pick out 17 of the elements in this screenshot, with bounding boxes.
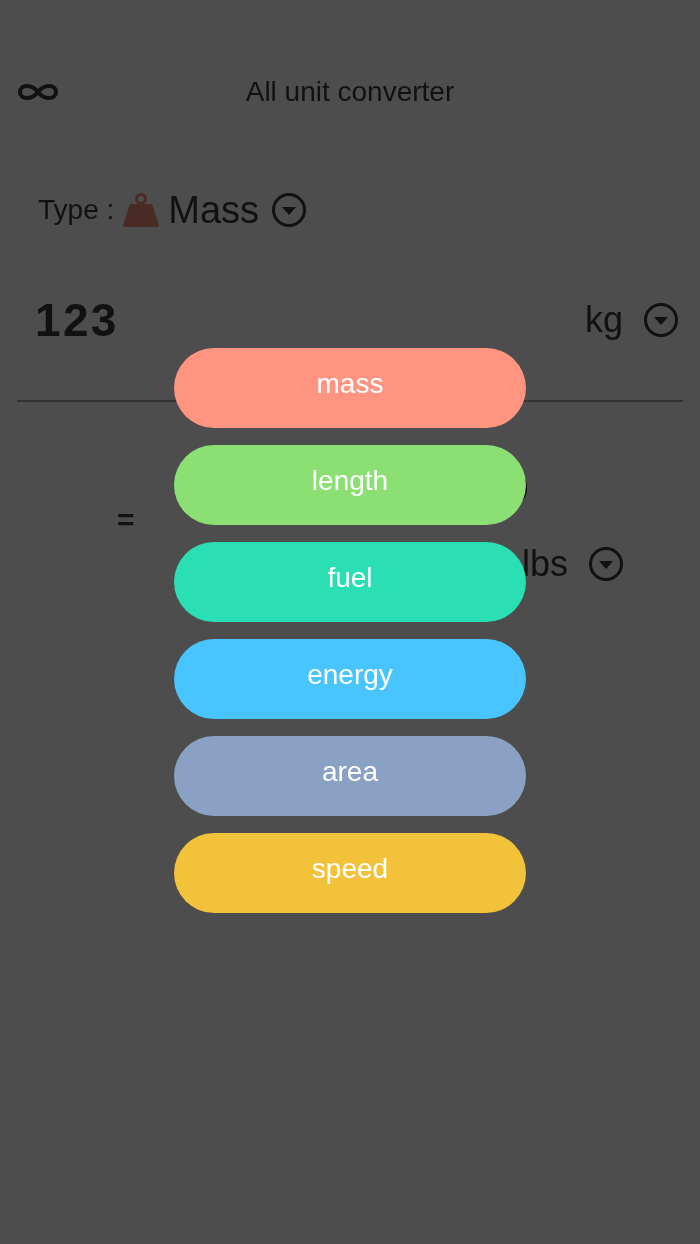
type-label: Type : — [38, 193, 115, 227]
equals-sign: = — [117, 502, 135, 538]
type-option[interactable]: speed — [174, 833, 526, 913]
type-dropdown[interactable]: Mass — [168, 181, 308, 239]
dropdown-icon — [588, 546, 625, 582]
type-option[interactable]: area — [174, 736, 526, 816]
type-option[interactable]: fuel — [174, 542, 526, 622]
weight-icon — [122, 193, 161, 227]
type-option[interactable]: mass — [174, 348, 526, 428]
type-option[interactable]: length — [174, 445, 526, 525]
dropdown-icon — [271, 192, 308, 228]
unit-dropdown[interactable]: kg — [584, 293, 679, 347]
input-field[interactable]: 123 — [35, 285, 119, 355]
app-title: All unit converter — [245, 75, 455, 109]
type-option[interactable]: energy — [174, 639, 526, 719]
infinity-icon[interactable] — [17, 81, 59, 103]
dropdown-icon — [643, 302, 679, 338]
